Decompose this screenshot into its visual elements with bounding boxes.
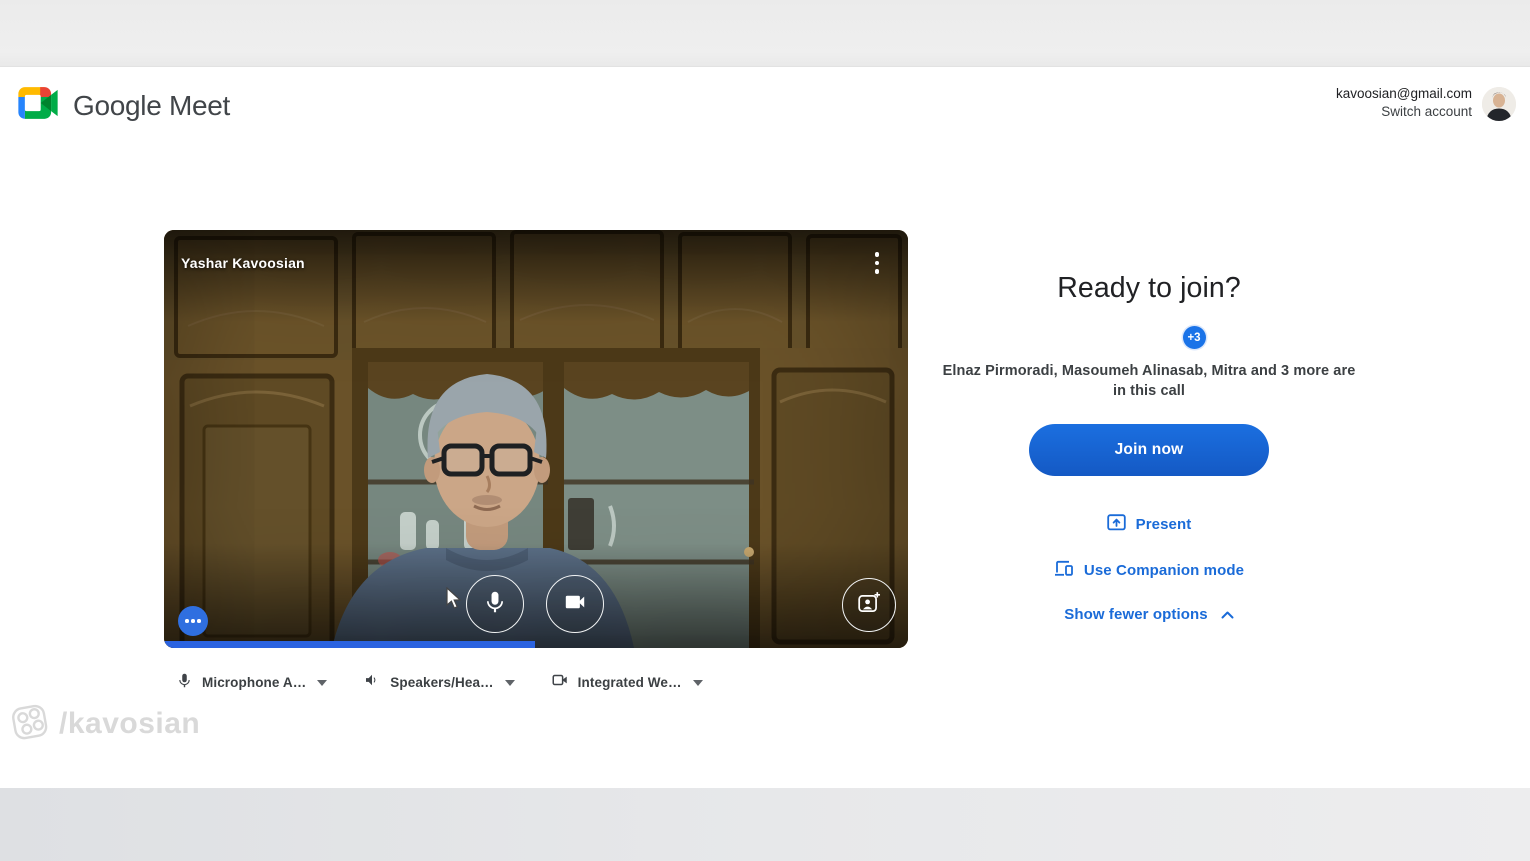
account-avatar[interactable] (1482, 87, 1516, 121)
device-selector-bar: Microphone A… Speakers/Hea… Integrated W… (176, 671, 703, 694)
microphone-small-icon (176, 672, 193, 694)
present-label: Present (1135, 516, 1192, 533)
self-video-preview: Yashar Kavoosian (164, 230, 908, 648)
switch-account-link[interactable]: Switch account (1336, 103, 1472, 120)
camera-toggle-button[interactable] (546, 575, 604, 633)
show-fewer-options-button[interactable]: Show fewer options (1064, 606, 1234, 623)
camera-small-icon (551, 671, 569, 694)
letterbox-top (0, 0, 1530, 67)
join-panel: Ready to join? +3 Elnaz Pirmoradi, Masou… (938, 272, 1360, 623)
present-button[interactable]: Present (1106, 514, 1192, 535)
speakers-select[interactable]: Speakers/Hea… (363, 671, 515, 694)
account-email: kavoosian@gmail.com (1335, 86, 1472, 101)
vignette-overlay (164, 230, 908, 648)
camera-select[interactable]: Integrated We… (551, 671, 703, 694)
camera-select-label: Integrated We… (577, 675, 682, 690)
mic-level-meter (164, 641, 535, 648)
participants-summary: Elnaz Pirmoradi, Masoumeh Alinasab, Mitr… (942, 363, 1356, 399)
speaker-icon (363, 671, 381, 694)
show-fewer-options-label: Show fewer options (1064, 606, 1208, 623)
app-logo[interactable]: Google Meet (16, 85, 230, 126)
preview-more-button[interactable] (178, 606, 208, 636)
participants-count-badge: +3 (1182, 326, 1206, 349)
companion-mode-label: Use Companion mode (1083, 562, 1245, 579)
chevron-up-icon (1221, 606, 1234, 623)
google-meet-icon (16, 85, 60, 126)
app-title: Google Meet (73, 89, 231, 121)
microphone-toggle-button[interactable] (466, 575, 524, 633)
companion-mode-icon (1054, 560, 1074, 581)
visual-effects-button[interactable] (842, 578, 896, 632)
channel-watermark-text: /kavosian (59, 706, 201, 740)
account-info: kavoosian@gmail.com Switch account (1336, 85, 1472, 120)
page-title: Ready to join? (1057, 272, 1241, 304)
join-now-button[interactable]: Join now (1029, 424, 1269, 476)
dice-logo-icon (8, 699, 52, 748)
speakers-select-label: Speakers/Hea… (390, 675, 494, 690)
camera-icon (562, 589, 588, 620)
dropdown-caret-icon (504, 679, 515, 686)
more-options-icon[interactable] (866, 250, 888, 276)
present-icon (1106, 514, 1126, 535)
channel-watermark: /kavosian (8, 699, 200, 748)
microphone-select[interactable]: Microphone A… (176, 672, 328, 694)
microphone-select-label: Microphone A… (202, 675, 307, 690)
companion-mode-button[interactable]: Use Companion mode (1054, 560, 1244, 581)
letterbox-bottom (0, 788, 1530, 861)
mouse-cursor (444, 586, 464, 616)
preview-participant-name: Yashar Kavoosian (181, 255, 305, 271)
visual-effects-icon (857, 591, 881, 620)
dropdown-caret-icon (317, 679, 328, 686)
dropdown-caret-icon (692, 679, 703, 686)
microphone-icon (482, 589, 508, 620)
